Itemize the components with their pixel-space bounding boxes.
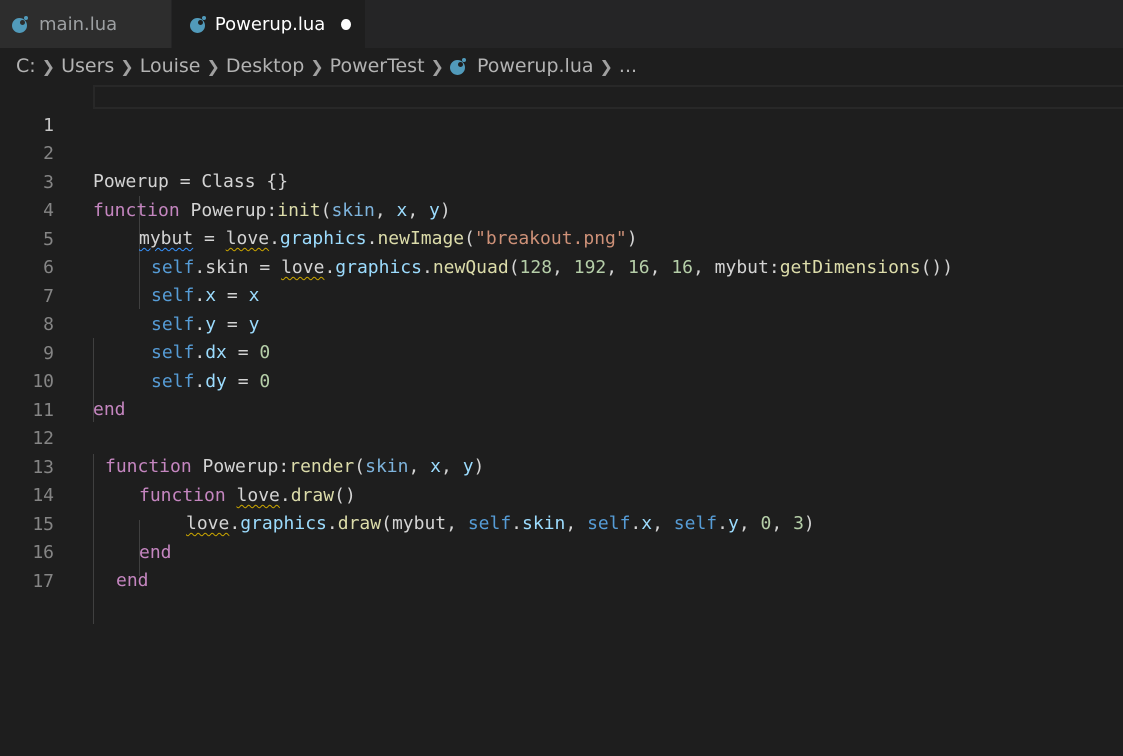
modified-dot-icon[interactable] [341, 18, 351, 30]
code-line: 8 self.dx = 0 [0, 283, 1123, 363]
breadcrumb-symbols[interactable]: ... [619, 55, 637, 77]
code-line: 6 self.x = x [0, 226, 1123, 306]
code-line: 2 Powerup = Class {} [0, 112, 1123, 192]
chevron-right-icon: ❯ [430, 56, 444, 76]
chevron-right-icon: ❯ [120, 56, 134, 76]
code-line: 12 function Powerup:render(skin, x, y) [0, 397, 1123, 477]
code-line: 1 [0, 84, 1123, 136]
lua-file-icon [190, 15, 206, 33]
tab-label: Powerup.lua [214, 13, 326, 35]
code-line: 11 [0, 369, 1123, 421]
keyword: end [116, 570, 149, 591]
code-line: 4 mybut = love.graphics.newImage("breako… [0, 169, 1123, 249]
lua-file-icon [449, 57, 467, 75]
breadcrumb-powertest[interactable]: PowerTest [330, 55, 425, 77]
code-line: 13 function love.draw() [0, 426, 1123, 506]
tab-main-lua[interactable]: main.lua [0, 0, 172, 48]
breadcrumb-users[interactable]: Users [61, 55, 114, 77]
lua-file-icon [12, 15, 29, 33]
chevron-right-icon: ❯ [599, 56, 613, 76]
code-line: 10 end [0, 340, 1123, 420]
breadcrumb-drive[interactable]: C: [16, 55, 36, 77]
code-line: 15 end [0, 483, 1123, 563]
tab-label: main.lua [39, 13, 118, 35]
chevron-right-icon: ❯ [206, 56, 220, 76]
breadcrumb-louise[interactable]: Louise [140, 55, 201, 77]
chevron-right-icon: ❯ [310, 56, 324, 76]
breadcrumb-desktop[interactable]: Desktop [226, 55, 304, 77]
tab-bar: main.lua Powerup.lua [0, 0, 1123, 48]
code-line: 7 self.y = y [0, 255, 1123, 335]
code-editor[interactable]: 1 2 Powerup = Class {} 3 function Poweru… [0, 84, 1123, 756]
line-number: 17 [32, 571, 54, 592]
code-line: 9 self.dy = 0 [0, 312, 1123, 392]
code-line: 14 love.graphics.draw(mybut, self.skin, … [0, 454, 1123, 534]
code-line: 3 function Powerup:init(skin, x, y) [0, 141, 1123, 221]
current-line-highlight [93, 85, 1123, 109]
code-line: 5 self.skin = love.graphics.newQuad(128,… [0, 198, 1123, 278]
code-line: 16 end [0, 511, 1123, 591]
tab-powerup-lua[interactable]: Powerup.lua [172, 0, 366, 48]
breadcrumb-file[interactable]: Powerup.lua [477, 55, 594, 77]
code-line: 17 [0, 540, 1123, 592]
breadcrumb: C: ❯ Users ❯ Louise ❯ Desktop ❯ PowerTes… [0, 48, 1123, 84]
chevron-right-icon: ❯ [41, 56, 56, 76]
